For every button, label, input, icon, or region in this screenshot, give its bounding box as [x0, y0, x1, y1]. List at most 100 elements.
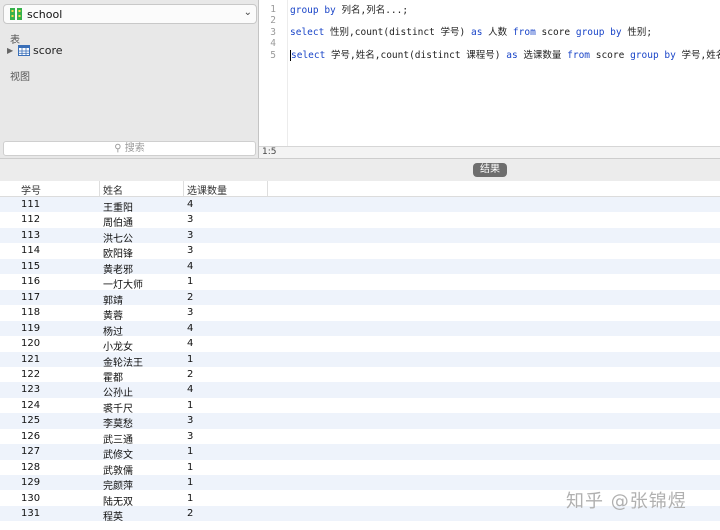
sql-text: score	[590, 50, 631, 61]
table-cell[interactable]: 115	[21, 261, 40, 272]
table-row[interactable]: 122 霍都 2	[0, 367, 720, 384]
table-cell[interactable]: 1	[187, 400, 193, 411]
code-line-1[interactable]: group by 列名,列名...;	[290, 4, 408, 17]
table-cell[interactable]: 3	[187, 230, 193, 241]
sidebar-search-input[interactable]: ⚲ 搜索	[3, 141, 256, 156]
expand-triangle-icon[interactable]: ▶	[7, 46, 13, 55]
table-cell[interactable]: 3	[187, 214, 193, 225]
table-row[interactable]: 117 郭靖 2	[0, 289, 720, 307]
table-row[interactable]: 111 王重阳 4	[0, 197, 720, 214]
table-row[interactable]: 126 武三通 3	[0, 429, 720, 446]
table-row[interactable]: 128 武敦儒 1	[0, 460, 720, 477]
table-row[interactable]: 113 洪七公 3	[0, 227, 720, 245]
line-number: 4	[270, 38, 276, 49]
line-number: 5	[270, 50, 276, 61]
table-cell[interactable]: 120	[21, 338, 40, 349]
line-number: 2	[270, 15, 276, 26]
column-divider[interactable]	[99, 181, 100, 196]
table-cell[interactable]: 4	[187, 338, 193, 349]
table-cell[interactable]: 131	[21, 508, 40, 519]
table-name: score	[33, 44, 63, 57]
table-cell[interactable]: 111	[21, 199, 40, 210]
table-row[interactable]: 116 一灯大师 1	[0, 274, 720, 291]
table-cell[interactable]: 2	[187, 508, 193, 519]
table-cell[interactable]: 117	[21, 292, 40, 303]
table-cell[interactable]: 程英	[103, 508, 123, 523]
table-row[interactable]: 124 裘千尺 1	[0, 398, 720, 415]
table-cell[interactable]: 124	[21, 400, 40, 411]
sql-text: 性别,count(distinct 学号)	[324, 27, 471, 38]
table-cell[interactable]: 121	[21, 354, 40, 365]
database-sidebar: school ⌄ 表 ▶ score 视图 ⚲ 搜索	[0, 0, 259, 158]
column-header[interactable]: 学号	[21, 182, 41, 197]
table-cell[interactable]: 113	[21, 230, 40, 241]
table-cell[interactable]: 1	[187, 446, 193, 457]
table-cell[interactable]: 114	[21, 245, 40, 256]
table-cell[interactable]: 116	[21, 276, 40, 287]
sql-text: 学号,姓名;	[681, 50, 720, 61]
table-cell[interactable]: 1	[187, 477, 193, 488]
views-section-label: 视图	[10, 72, 30, 83]
table-icon	[18, 45, 30, 56]
sql-keyword: group by	[575, 27, 622, 38]
chevron-down-icon[interactable]: ⌄	[244, 7, 252, 18]
table-row[interactable]: 114 欧阳锋 3	[0, 243, 720, 260]
sql-text: 人数	[482, 27, 513, 38]
column-divider[interactable]	[267, 181, 268, 196]
table-row[interactable]: 121 金轮法王 1	[0, 351, 720, 369]
table-cell[interactable]: 130	[21, 493, 40, 504]
table-cell[interactable]: 1	[187, 354, 193, 365]
cursor-position: 1:5	[262, 147, 277, 157]
table-row[interactable]: 120 小龙女 4	[0, 336, 720, 353]
table-cell[interactable]: 4	[187, 261, 193, 272]
search-placeholder: 搜索	[124, 143, 145, 154]
table-cell[interactable]: 118	[21, 307, 40, 318]
table-cell[interactable]: 4	[187, 199, 193, 210]
results-header-row: 学号 姓名 选课数量	[0, 181, 720, 197]
table-row[interactable]: 115 黄老邪 4	[0, 258, 720, 276]
sql-editor[interactable]: 1 2 3 4 5 group by 列名,列名...; select 性别,c…	[259, 0, 720, 159]
sql-text: 性别;	[621, 27, 653, 38]
table-cell[interactable]: 128	[21, 462, 40, 473]
watermark: 知乎 @张锦煜	[566, 491, 687, 512]
table-cell[interactable]: 1	[187, 276, 193, 287]
code-line-3[interactable]: select 性别,count(distinct 学号) as 人数 from …	[290, 26, 652, 39]
table-row[interactable]: 112 周伯通 3	[0, 212, 720, 229]
table-cell[interactable]: 1	[187, 493, 193, 504]
table-cell[interactable]: 2	[187, 369, 193, 380]
table-cell[interactable]: 1	[187, 462, 193, 473]
table-cell[interactable]: 3	[187, 431, 193, 442]
table-cell[interactable]: 4	[187, 384, 193, 395]
table-row[interactable]: 125 李莫愁 3	[0, 413, 720, 430]
table-row[interactable]: 118 黄蓉 3	[0, 305, 720, 322]
results-button[interactable]: 结果	[473, 163, 507, 177]
sql-keyword: as	[471, 27, 483, 38]
table-row[interactable]: 123 公孙止 4	[0, 382, 720, 399]
table-cell[interactable]: 4	[187, 323, 193, 334]
code-line-5[interactable]: select 学号,姓名,count(distinct 课程号) as 选课数量…	[290, 49, 720, 62]
column-divider[interactable]	[183, 181, 184, 196]
column-header[interactable]: 选课数量	[187, 182, 227, 197]
table-cell[interactable]: 126	[21, 431, 40, 442]
table-cell[interactable]: 123	[21, 384, 40, 395]
table-cell[interactable]: 127	[21, 446, 40, 457]
line-number: 1	[270, 4, 276, 15]
table-cell[interactable]: 3	[187, 245, 193, 256]
table-cell[interactable]: 112	[21, 214, 40, 225]
table-cell[interactable]: 3	[187, 307, 193, 318]
table-row[interactable]: 127 武修文 1	[0, 444, 720, 461]
sql-keyword: group by	[630, 50, 676, 61]
table-cell[interactable]: 2	[187, 292, 193, 303]
table-cell[interactable]: 129	[21, 477, 40, 488]
table-cell[interactable]: 3	[187, 415, 193, 426]
line-number: 3	[270, 27, 276, 38]
table-cell[interactable]: 122	[21, 369, 40, 380]
table-cell[interactable]: 125	[21, 415, 40, 426]
table-cell[interactable]: 119	[21, 323, 40, 334]
column-header[interactable]: 姓名	[103, 182, 123, 197]
sql-keyword: from	[567, 50, 591, 61]
sql-text: 学号,姓名,count(distinct 课程号)	[325, 50, 507, 61]
sidebar-item-score[interactable]: ▶ score	[7, 44, 127, 60]
table-row[interactable]: 119 杨过 4	[0, 320, 720, 338]
database-selector[interactable]: school ⌄	[3, 4, 257, 24]
